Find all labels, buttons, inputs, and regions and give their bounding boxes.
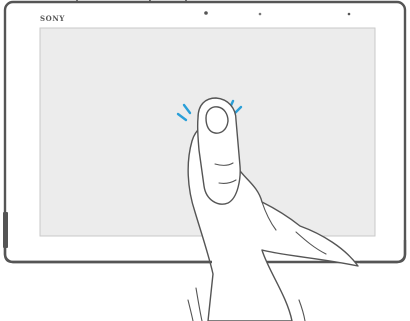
front-camera-icon	[204, 11, 208, 15]
tablet-illustration	[3, 0, 407, 321]
tablet-tap-illustration: SONY	[0, 0, 410, 321]
brand-logo: SONY	[40, 14, 65, 23]
sensor-dot	[258, 12, 262, 16]
sensor-dot-right	[347, 12, 351, 16]
